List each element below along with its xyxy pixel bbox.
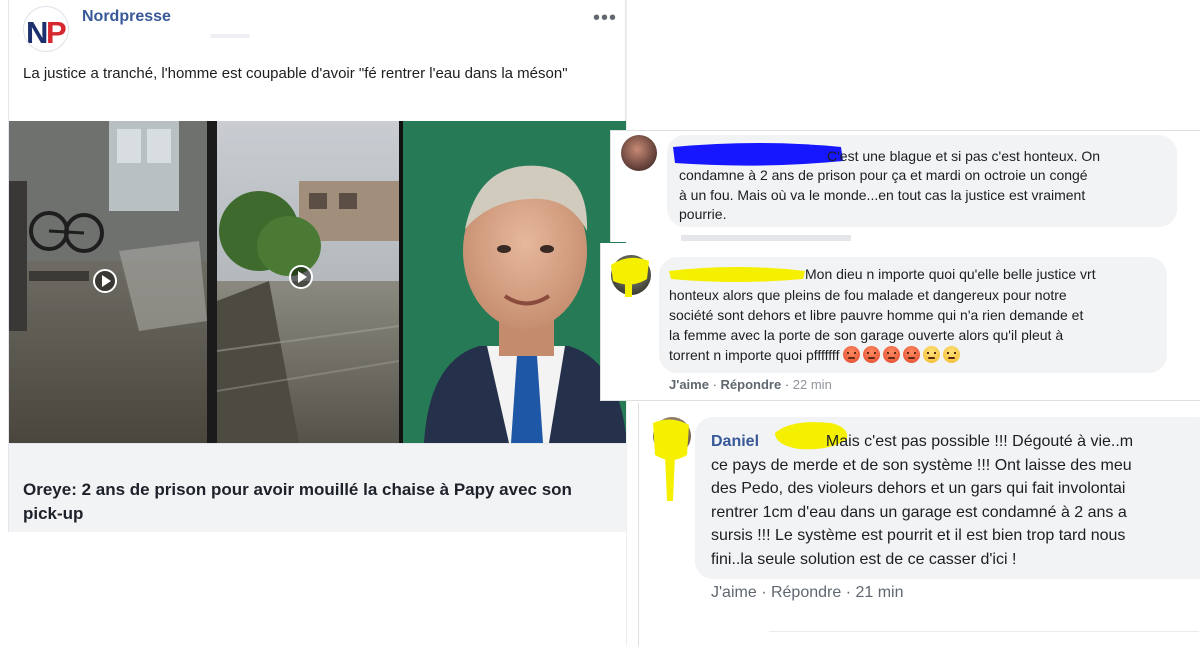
post-timestamp-blurred [210,34,250,38]
angry-emoji-icon [903,346,921,363]
comment-text-body: honteux alors que pleins de fou malade e… [669,285,1164,365]
redaction-mark [673,143,843,166]
post-text: La justice a tranché, l'homme est coupab… [23,65,568,82]
comment-line: Mais c'est pas possible !!! Dégouté à vi… [825,433,1134,450]
page-logo[interactable]: N P [23,6,69,52]
avatar[interactable] [621,135,657,171]
comment-text: Daniel Mais c'est pas possible !!! Dégou… [711,430,1133,571]
play-icon[interactable] [289,265,313,289]
comment-screenshot-2: Mon dieu n importe quoi qu'elle belle ju… [600,243,1200,401]
angry-emoji-icon [843,346,861,363]
comment-line: honteux alors que pleins de fou malade e… [669,287,1067,303]
like-link[interactable]: J'aime [669,377,709,392]
comment-screenshot-3: Daniel Mais c'est pas possible !!! Dégou… [638,403,1200,646]
comment-text-body: condamne à 2 ans de prison pour ça et ma… [679,166,1169,225]
comment-line: Mon dieu n importe quoi qu'elle belle ju… [805,266,1096,282]
reply-link[interactable]: Répondre [771,584,841,601]
comment-line: à un fou. Mais où va le monde...en tout … [679,186,1086,203]
annoyed-emoji-icon [923,346,941,363]
comment-line: société sont dehors et libre pauvre homm… [669,307,1084,323]
comment-line: fini..la seule solution est de ce casser… [711,550,1017,568]
page-name-link[interactable]: Nordpresse [82,8,171,26]
comment-first-line: Daniel Mais c'est pas possible !!! Dégou… [711,430,1133,454]
card-bottom-edge [769,631,1199,632]
play-icon[interactable] [93,269,117,293]
comment-line: la femme avec la porte de son garage ouv… [669,327,1064,343]
comment-line: torrent n importe quoi pfffffff [669,345,1164,365]
comment-line: pourrie. [679,206,727,222]
post-card: N P Nordpresse ••• La justice a tranché,… [8,0,627,532]
comment-text: Mon dieu n importe quoi qu'elle belle ju… [805,265,1096,285]
comment-text: C'est une blague et si pas c'est honteux… [827,146,1100,166]
comment-line: condamne à 2 ans de prison pour ça et ma… [679,167,1088,183]
portrait-photo [399,121,627,443]
cropped-actions [681,235,851,241]
comment-line: rentrer 1cm d'eau dans un garage est con… [711,503,1127,521]
comment-screenshot-1: C'est une blague et si pas c'est honteux… [610,130,1200,242]
redaction-mark [611,257,649,297]
comment-time[interactable]: 21 min [855,584,903,601]
commenter-name[interactable]: Daniel [711,433,759,450]
link-title[interactable]: Oreye: 2 ans de prison pour avoir mouill… [23,478,603,526]
angry-emoji-icon [863,346,881,363]
svg-text:P: P [46,15,67,50]
redaction-mark [669,267,805,282]
comment-line: ce pays de merde et de son système !!! O… [711,456,1132,474]
comment-time[interactable]: 22 min [793,377,832,392]
more-horizontal-icon[interactable]: ••• [593,8,617,28]
comment-line: sursis !!! Le système est pourrit et il … [711,527,1126,544]
angry-emoji-icon [883,346,901,363]
comment-actions: J'aime · Répondre · 21 min [711,584,904,601]
post-image-collage[interactable] [9,121,627,443]
comment-line: C'est une blague et si pas c'est honteux… [827,148,1101,164]
reply-link[interactable]: Répondre [721,377,782,392]
comment-line-text: torrent n importe quoi pfffffff [669,347,840,363]
annoyed-emoji-icon [943,346,961,363]
like-link[interactable]: J'aime [711,584,757,601]
link-preview[interactable]: Oreye: 2 ans de prison pour avoir mouill… [9,443,627,532]
comment-actions: J'aime · Répondre · 22 min [669,377,832,392]
comment-line: des Pedo, des violeurs dehors et un gars… [711,480,1126,497]
reaction-emojis [843,346,963,363]
post-header: N P Nordpresse ••• [23,6,623,52]
redaction-mark [653,419,689,501]
